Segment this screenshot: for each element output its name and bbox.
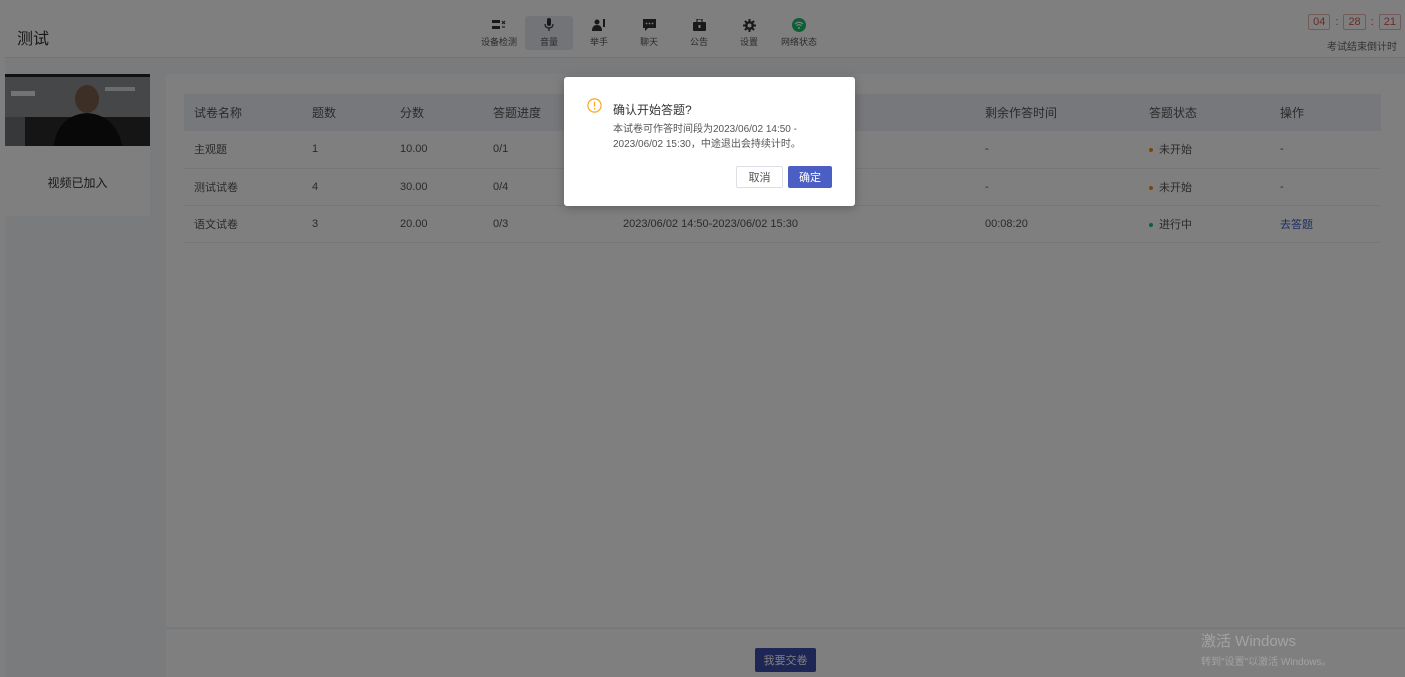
cancel-button[interactable]: 取消 — [736, 166, 783, 188]
confirm-dialog: 确认开始答题? 本试卷可作答时间段为2023/06/02 14:50 - 202… — [564, 77, 855, 206]
dialog-title: 确认开始答题? — [613, 103, 692, 117]
watermark-title: 激活 Windows — [1201, 633, 1297, 650]
dialog-message: 本试卷可作答时间段为2023/06/02 14:50 - 2023/06/02 … — [613, 124, 801, 150]
watermark-subtitle: 转到"设置"以激活 Windows。 — [1201, 657, 1332, 668]
confirm-button[interactable]: 确定 — [788, 166, 832, 188]
windows-activation-watermark: 激活 Windows 转到"设置"以激活 Windows。 — [1201, 630, 1331, 668]
warning-icon — [587, 98, 602, 113]
